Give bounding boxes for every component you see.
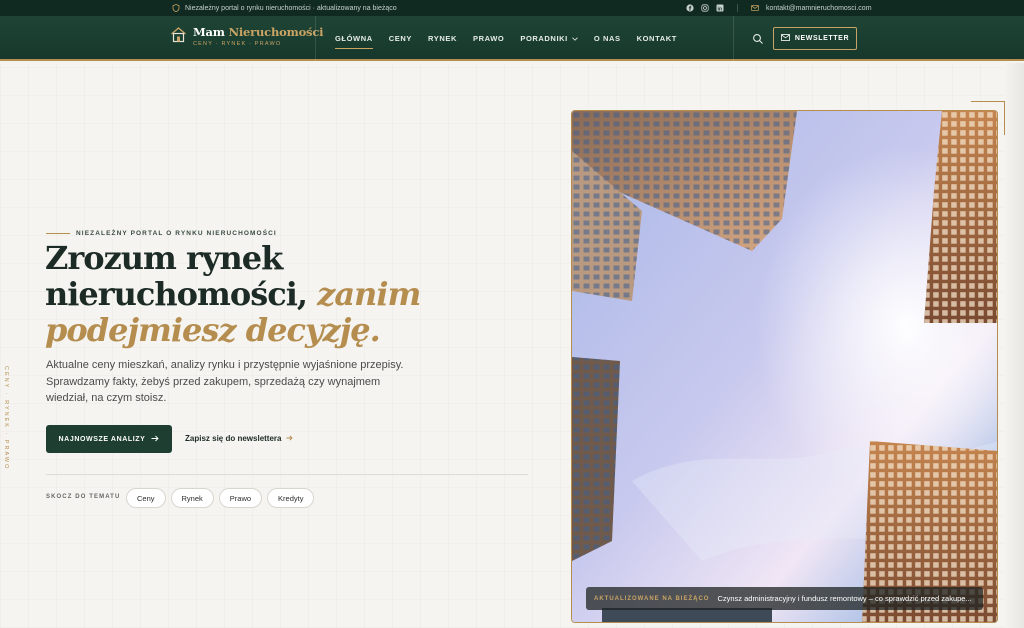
chip-rynek[interactable]: Rynek — [170, 488, 214, 508]
chip-ceny[interactable]: Ceny — [126, 488, 166, 508]
top-bar-right: in kontakt@mamnieruchomosci.com — [686, 4, 872, 12]
site-logo[interactable]: Mam Nieruchomości CENY · RYNEK · PRAWO — [170, 25, 324, 48]
hero-divider — [46, 474, 528, 475]
newsletter-button-label: NEWSLETTER — [794, 35, 850, 42]
nav-item-rynek[interactable]: RYNEK — [428, 16, 457, 61]
nav-item-prawo[interactable]: PRAWO — [473, 16, 504, 61]
feature-caption-text: Czynsz administracyjny i fundusz remonto… — [717, 594, 972, 603]
main-menu: GŁÓWNA CENY RYNEK PRAWO PORADNIKI O NAS … — [335, 16, 693, 61]
nav-divider — [315, 16, 316, 61]
mail-icon — [780, 34, 790, 43]
newsletter-button[interactable]: NEWSLETTER — [773, 27, 857, 50]
subscribe-newsletter-label: Zapisz się do newslettera — [185, 434, 282, 443]
chip-prawo[interactable]: Prawo — [218, 488, 263, 508]
search-icon[interactable] — [752, 32, 764, 44]
shield-icon — [172, 4, 180, 12]
page-edge-shadow — [1005, 63, 1024, 628]
hero-title-line1: Zrozum rynek — [45, 239, 283, 277]
top-bar-tagline-group: Niezależny portal o rynku nieruchomości … — [172, 4, 397, 12]
feature-caption[interactable]: AKTUALIZOWANE NA BIEŻĄCO Czynsz administ… — [586, 587, 983, 610]
hero-image: AKTUALIZOWANE NA BIEŻĄCO Czynsz administ… — [571, 110, 998, 623]
nav-item-poradniki[interactable]: PORADNIKI — [520, 16, 578, 61]
top-bar: Niezależny portal o rynku nieruchomości … — [0, 0, 1024, 16]
linkedin-icon[interactable]: in — [716, 4, 724, 12]
svg-text:in: in — [718, 6, 722, 12]
top-bar-tagline: Niezależny portal o rynku nieruchomości … — [185, 4, 397, 12]
nav-item-poradniki-label: PORADNIKI — [520, 34, 568, 43]
facebook-icon[interactable] — [686, 4, 694, 12]
hero-lead: Aktualne ceny mieszkań, analizy rynku i … — [46, 359, 404, 404]
hero-title-italic-a: zanim — [317, 275, 421, 313]
latest-analyses-button[interactable]: NAJNOWSZE ANALIZY — [46, 425, 172, 453]
chip-kredyty[interactable]: Kredyty — [267, 488, 315, 508]
skyscrapers-photo — [572, 111, 997, 622]
chevron-down-icon — [572, 34, 578, 43]
top-bar-divider — [737, 4, 738, 12]
logo-title: Mam Nieruchomości — [193, 25, 324, 39]
latest-analyses-label: NAJNOWSZE ANALIZY — [58, 435, 146, 443]
subscribe-newsletter-link[interactable]: Zapisz się do newslettera — [185, 434, 294, 443]
side-label: CENY · RYNEK · PRAWO — [3, 366, 9, 471]
eyebrow-line — [46, 233, 70, 234]
hero-title-italic-b: podejmiesz decyzję. — [45, 311, 381, 349]
nav-item-kontakt[interactable]: KONTAKT — [637, 16, 677, 61]
hero-title-line2: nieruchomości, — [45, 275, 318, 313]
mail-icon — [751, 4, 759, 12]
house-logo-icon — [170, 26, 187, 48]
updated-badge: AKTUALIZOWANE NA BIEŻĄCO — [594, 595, 710, 602]
hero-eyebrow-text: NIEZALEŻNY PORTAL O RYNKU NIERUCHOMOŚCI — [76, 230, 277, 237]
nav-item-o-nas[interactable]: O NAS — [594, 16, 621, 61]
hero-title: Zrozum rynek nieruchomości, zanim podejm… — [45, 240, 465, 348]
arrow-right-icon — [151, 435, 160, 444]
contact-email-link[interactable]: kontakt@mamnieruchomosci.com — [766, 5, 872, 12]
instagram-icon[interactable] — [701, 4, 709, 12]
nav-item-glowna[interactable]: GŁÓWNA — [335, 16, 373, 61]
logo-text: Mam Nieruchomości CENY · RYNEK · PRAWO — [193, 25, 324, 47]
jump-to-topic-label: SKOCZ DO TEMATU — [46, 494, 121, 500]
nav-item-ceny[interactable]: CENY — [389, 16, 412, 61]
logo-subtitle: CENY · RYNEK · PRAWO — [193, 40, 282, 47]
nav-divider-right — [733, 16, 734, 61]
topic-chips: Ceny Rynek Prawo Kredyty — [126, 488, 315, 508]
arrow-right-icon — [286, 434, 294, 443]
main-navbar: Mam Nieruchomości CENY · RYNEK · PRAWO G… — [0, 16, 1024, 61]
hero-eyebrow: NIEZALEŻNY PORTAL O RYNKU NIERUCHOMOŚCI — [46, 230, 277, 237]
